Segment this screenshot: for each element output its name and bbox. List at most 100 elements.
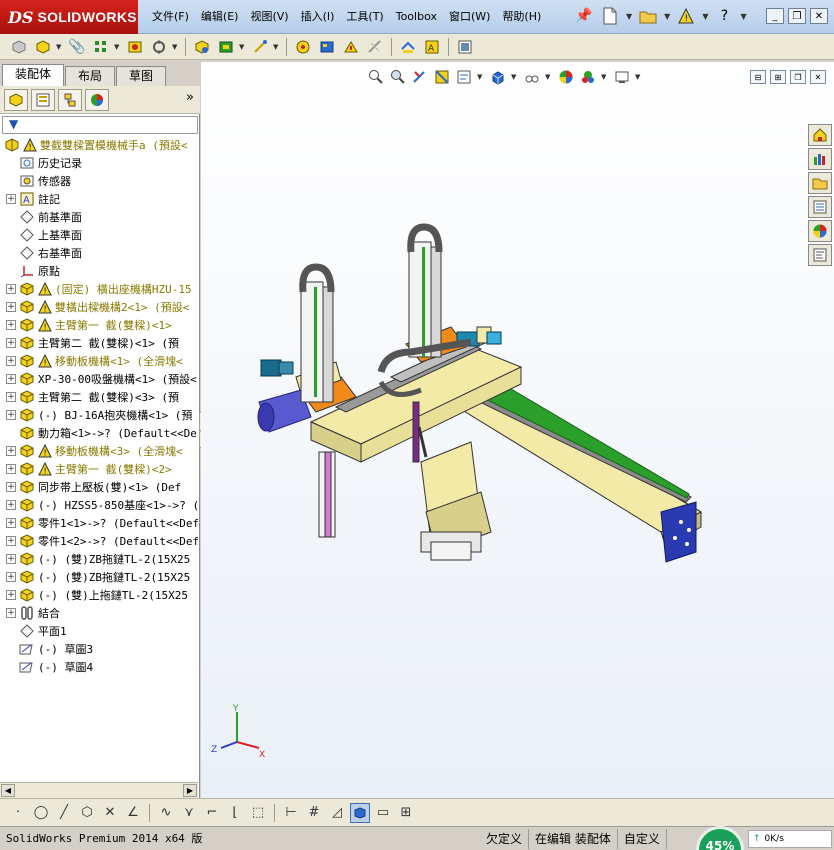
close-icon[interactable]: ✕ (810, 8, 828, 24)
help-icon[interactable]: ? (714, 6, 734, 26)
tree-item[interactable]: + A 註記 (0, 190, 198, 208)
more-tabs-icon[interactable]: » (186, 90, 194, 105)
file-explorer-icon[interactable] (808, 172, 832, 194)
tree-item[interactable]: + (-) HZSS5-850基座<1>->? (D (0, 496, 198, 514)
zoom-to-fit-icon[interactable] (367, 68, 385, 86)
tree-horizontal-scrollbar[interactable]: ◀ ▶ (0, 782, 198, 798)
expand-icon[interactable]: + (6, 482, 16, 492)
trim-icon[interactable]: ✕ (100, 803, 120, 823)
tab-assembly[interactable]: 装配体 (2, 64, 65, 86)
triangle-icon[interactable]: ◿ (327, 803, 347, 823)
units-status[interactable]: 自定义 (618, 828, 667, 849)
spline-icon[interactable]: ∿ (156, 803, 176, 823)
assembly-features-icon[interactable] (215, 36, 237, 58)
tree-item[interactable]: +! 移動板機構<3> (全滑塊< (0, 442, 198, 460)
chevron-down-icon[interactable]: ▼ (702, 12, 708, 21)
restore-view-icon[interactable]: ❐ (790, 70, 806, 84)
pin-icon[interactable]: 📌 (574, 6, 594, 26)
expand-icon[interactable]: + (6, 572, 16, 582)
insert-component-icon[interactable] (32, 36, 54, 58)
zoom-to-area-icon[interactable] (389, 68, 407, 86)
tree-item[interactable]: +! (固定) 橫出座機構HZU-15 (0, 280, 198, 298)
update-speedpak-icon[interactable] (364, 36, 386, 58)
expand-icon[interactable]: + (6, 464, 16, 474)
open-folder-icon[interactable] (638, 6, 658, 26)
dimension-icon[interactable]: ⊢ (281, 803, 301, 823)
smart-fasteners-icon[interactable] (124, 36, 146, 58)
chevron-down-icon[interactable]: ▼ (635, 73, 643, 81)
grid-icon[interactable]: # (304, 803, 324, 823)
tree-item[interactable]: 動力箱<1>->? (Default<<Def (0, 424, 198, 442)
new-document-icon[interactable] (600, 6, 620, 26)
split-vertical-icon[interactable]: ⊞ (770, 70, 786, 84)
display-style-icon[interactable] (523, 68, 541, 86)
tree-item[interactable]: +! 主臂第一 截(雙樑)<1> (0, 316, 198, 334)
tree-item[interactable]: + (-) (雙)ZB拖鏈TL-2(15X25 (0, 568, 198, 586)
expand-icon[interactable]: + (6, 284, 16, 294)
expand-icon[interactable]: + (6, 590, 16, 600)
tree-item[interactable]: + 零件1<1>->? (Default<<Defa (0, 514, 198, 532)
split-horizontal-icon[interactable]: ⊟ (750, 70, 766, 84)
polygon-icon[interactable]: ⬡ (77, 803, 97, 823)
configuration-manager-icon[interactable] (58, 88, 82, 111)
tree-item[interactable]: 右基準面 (0, 244, 198, 262)
tab-layout[interactable]: 布局 (65, 66, 116, 86)
tree-item[interactable]: + 零件1<2>->? (Default<<Defa (0, 532, 198, 550)
tree-item[interactable]: + (-) (雙)上拖鏈TL-2(15X25 (0, 586, 198, 604)
solidworks-logo[interactable]: DS SOLIDWORKS (0, 0, 138, 34)
tree-item[interactable]: 历史记录 (0, 154, 198, 172)
linear-pattern-icon[interactable] (90, 36, 112, 58)
chevron-down-icon[interactable]: ▼ (545, 73, 553, 81)
chevron-down-icon[interactable]: ▼ (273, 43, 281, 51)
bill-of-materials-icon[interactable] (292, 36, 314, 58)
tree-item[interactable]: (-) 草圖4 (0, 658, 198, 676)
view-palette-icon[interactable] (808, 196, 832, 218)
move-component-icon[interactable] (148, 36, 170, 58)
chevron-down-icon[interactable]: ▼ (511, 73, 519, 81)
menu-window[interactable]: 窗口(W) (443, 0, 496, 34)
rectangle-icon[interactable]: ⬚ (248, 803, 268, 823)
show-hidden-components-icon[interactable] (191, 36, 213, 58)
tree-item[interactable]: 平面1 (0, 622, 198, 640)
expand-icon[interactable]: + (6, 500, 16, 510)
exploded-view-icon[interactable] (316, 36, 338, 58)
chevron-down-icon[interactable]: ▼ (477, 73, 485, 81)
tree-item[interactable]: + (-) (雙)ZB拖鏈TL-2(15X25 (0, 550, 198, 568)
chevron-down-icon[interactable]: ▼ (626, 12, 632, 21)
offset-icon[interactable]: ⋎ (179, 803, 199, 823)
close-view-icon[interactable]: ✕ (810, 70, 826, 84)
tree-item[interactable]: +! 主臂第一 截(雙樑)<2> (0, 460, 198, 478)
minimize-icon[interactable]: _ (766, 8, 784, 24)
window-icon[interactable] (454, 36, 476, 58)
chevron-down-icon[interactable]: ▼ (56, 43, 64, 51)
chevron-down-icon[interactable]: ▼ (601, 73, 609, 81)
solidworks-resources-icon[interactable] (808, 124, 832, 146)
dynamic-annotation-view-icon[interactable] (455, 68, 473, 86)
menu-edit[interactable]: 编辑(E) (195, 0, 245, 34)
expand-icon[interactable]: + (6, 338, 16, 348)
assembly-model-3d[interactable] (241, 212, 711, 642)
expand-icon[interactable]: + (6, 554, 16, 564)
expand-icon[interactable]: + (6, 608, 16, 618)
tree-item[interactable]: + (-) BJ-16A抱夾機構<1> (預 (0, 406, 198, 424)
tree-item[interactable]: + 同步帯上壓板(雙)<1> (Def (0, 478, 198, 496)
3d-view-icon[interactable] (350, 802, 370, 823)
menu-toolbox[interactable]: Toolbox (390, 0, 443, 34)
apply-scene-icon[interactable] (579, 68, 597, 86)
tree-item[interactable]: (-) 草圖3 (0, 640, 198, 658)
tree-item[interactable]: +! 移動板機構<1> (全滑塊< (0, 352, 198, 370)
menu-view[interactable]: 视图(V) (244, 0, 294, 34)
chevron-down-icon[interactable]: ▼ (664, 12, 670, 21)
tree-item[interactable]: 上基準面 (0, 226, 198, 244)
expand-icon[interactable]: + (6, 446, 16, 456)
tree-item[interactable]: 传感器 (0, 172, 198, 190)
display-manager-icon[interactable] (85, 88, 109, 111)
tree-item[interactable]: + 結合 (0, 604, 198, 622)
circle-icon[interactable]: ◯ (31, 803, 51, 823)
expand-icon[interactable]: + (6, 410, 16, 420)
rebuild-warning-icon[interactable]: ! (676, 6, 696, 26)
tree-item[interactable]: + 主臂第二 截(雙樑)<1> (預 (0, 334, 198, 352)
restore-icon[interactable]: ❐ (788, 8, 806, 24)
chevron-down-icon[interactable]: ▼ (114, 43, 122, 51)
tree-root[interactable]: ! 雙截雙樑置模機械手a (預設< (0, 136, 198, 154)
